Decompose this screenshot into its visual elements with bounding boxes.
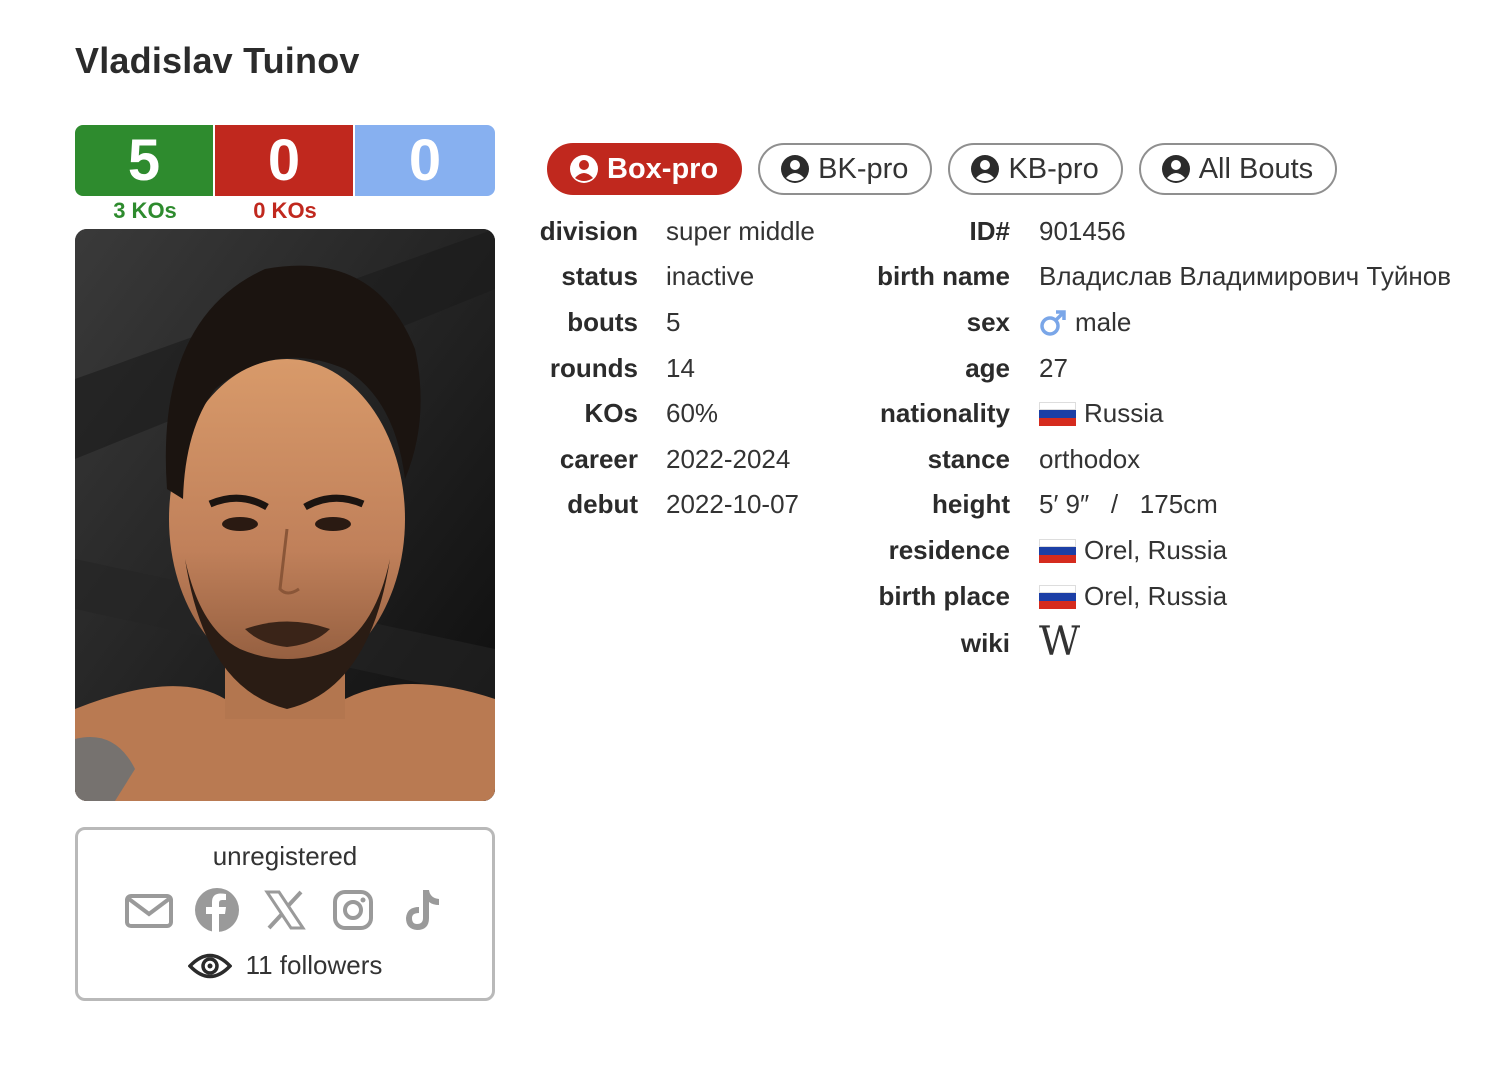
russia-flag-icon	[1039, 401, 1076, 426]
info-value: Владислав Владимирович Туйнов	[1039, 261, 1452, 291]
sex-value: male	[1075, 307, 1132, 337]
info-value: 2022-10-07	[666, 489, 799, 519]
info-value: super middle	[666, 216, 815, 246]
facebook-icon[interactable]	[193, 886, 241, 934]
info-value: 5	[666, 307, 681, 337]
tab-kb-pro[interactable]: KB-pro	[948, 143, 1123, 195]
residence-value: Orel, Russia	[1084, 535, 1228, 565]
followers-row[interactable]: 11 followers	[78, 950, 492, 981]
tab-label: KB-pro	[1008, 152, 1099, 185]
tab-label: All Bouts	[1198, 152, 1314, 185]
wikipedia-icon[interactable]: W	[1039, 622, 1080, 662]
info-label: stance	[927, 444, 1010, 474]
envelope-icon[interactable]	[125, 886, 173, 934]
info-value: male	[1039, 307, 1131, 338]
tab-label: Box-pro	[607, 152, 719, 185]
tab-all-bouts[interactable]: All Bouts	[1138, 143, 1338, 195]
info-label: age	[965, 353, 1010, 383]
record-bar: 5 0 0	[75, 125, 495, 196]
fighter-name: Vladislav Tuinov	[75, 40, 360, 81]
info-label: height	[932, 489, 1010, 519]
info-value[interactable]: Orel, Russia	[1039, 535, 1227, 566]
info-label: nationality	[879, 398, 1010, 428]
russia-flag-icon	[1039, 538, 1076, 563]
fighter-photo	[75, 229, 495, 801]
tab-bk-pro[interactable]: BK-pro	[758, 143, 933, 195]
losses-kos: 0 KOs	[253, 198, 317, 223]
tiktok-icon[interactable]	[397, 886, 445, 934]
info-value: 60%	[666, 398, 719, 428]
info-value: 2022-2024	[666, 444, 791, 474]
info-value: inactive	[666, 261, 755, 291]
tab-label: BK-pro	[818, 152, 909, 185]
tab-box-pro[interactable]: Box-pro	[547, 143, 743, 195]
registration-status: unregistered	[212, 841, 358, 871]
male-symbol-icon	[1040, 309, 1066, 336]
info-label: birth name	[877, 261, 1010, 291]
instagram-icon[interactable]	[329, 886, 377, 934]
info-label: residence	[888, 535, 1010, 565]
info-label: wiki	[960, 628, 1010, 658]
info-value: 27	[1039, 353, 1068, 383]
info-label: career	[559, 444, 638, 474]
nationality-value: Russia	[1084, 398, 1164, 428]
social-icons	[78, 886, 492, 934]
user-circle-icon	[1161, 155, 1190, 183]
wins-count: 5	[75, 125, 213, 196]
info-value: 5′ 9″ / 175cm	[1039, 489, 1218, 519]
info-label: debut	[567, 489, 638, 519]
user-circle-icon	[971, 155, 1000, 183]
birth-place-value: Orel, Russia	[1084, 581, 1228, 611]
user-circle-icon	[570, 155, 598, 183]
info-label: ID#	[969, 216, 1010, 246]
followers-count: 11 followers	[245, 950, 383, 980]
info-label: bouts	[567, 307, 638, 337]
info-label: rounds	[549, 353, 638, 383]
social-box: unregistered 11 followers	[75, 827, 495, 1001]
info-value[interactable]: Orel, Russia	[1039, 581, 1227, 612]
draws-count: 0	[355, 125, 495, 196]
info-label: KOs	[584, 398, 638, 428]
info-label: birth place	[878, 581, 1010, 611]
info-label: status	[561, 261, 638, 291]
bout-type-tabs: Box-pro BK-pro KB-pro All Bouts	[547, 143, 1338, 195]
x-icon[interactable]	[261, 886, 309, 934]
info-value[interactable]: Russia	[1039, 398, 1163, 429]
eye-icon	[187, 953, 232, 978]
info-label: sex	[966, 307, 1010, 337]
info-value: 901456	[1039, 216, 1126, 246]
info-label: division	[539, 216, 638, 246]
losses-count: 0	[215, 125, 353, 196]
wins-kos: 3 KOs	[113, 198, 177, 223]
user-circle-icon	[781, 155, 810, 183]
info-value: 14	[666, 353, 695, 383]
info-value: orthodox	[1039, 444, 1141, 474]
russia-flag-icon	[1039, 584, 1076, 609]
